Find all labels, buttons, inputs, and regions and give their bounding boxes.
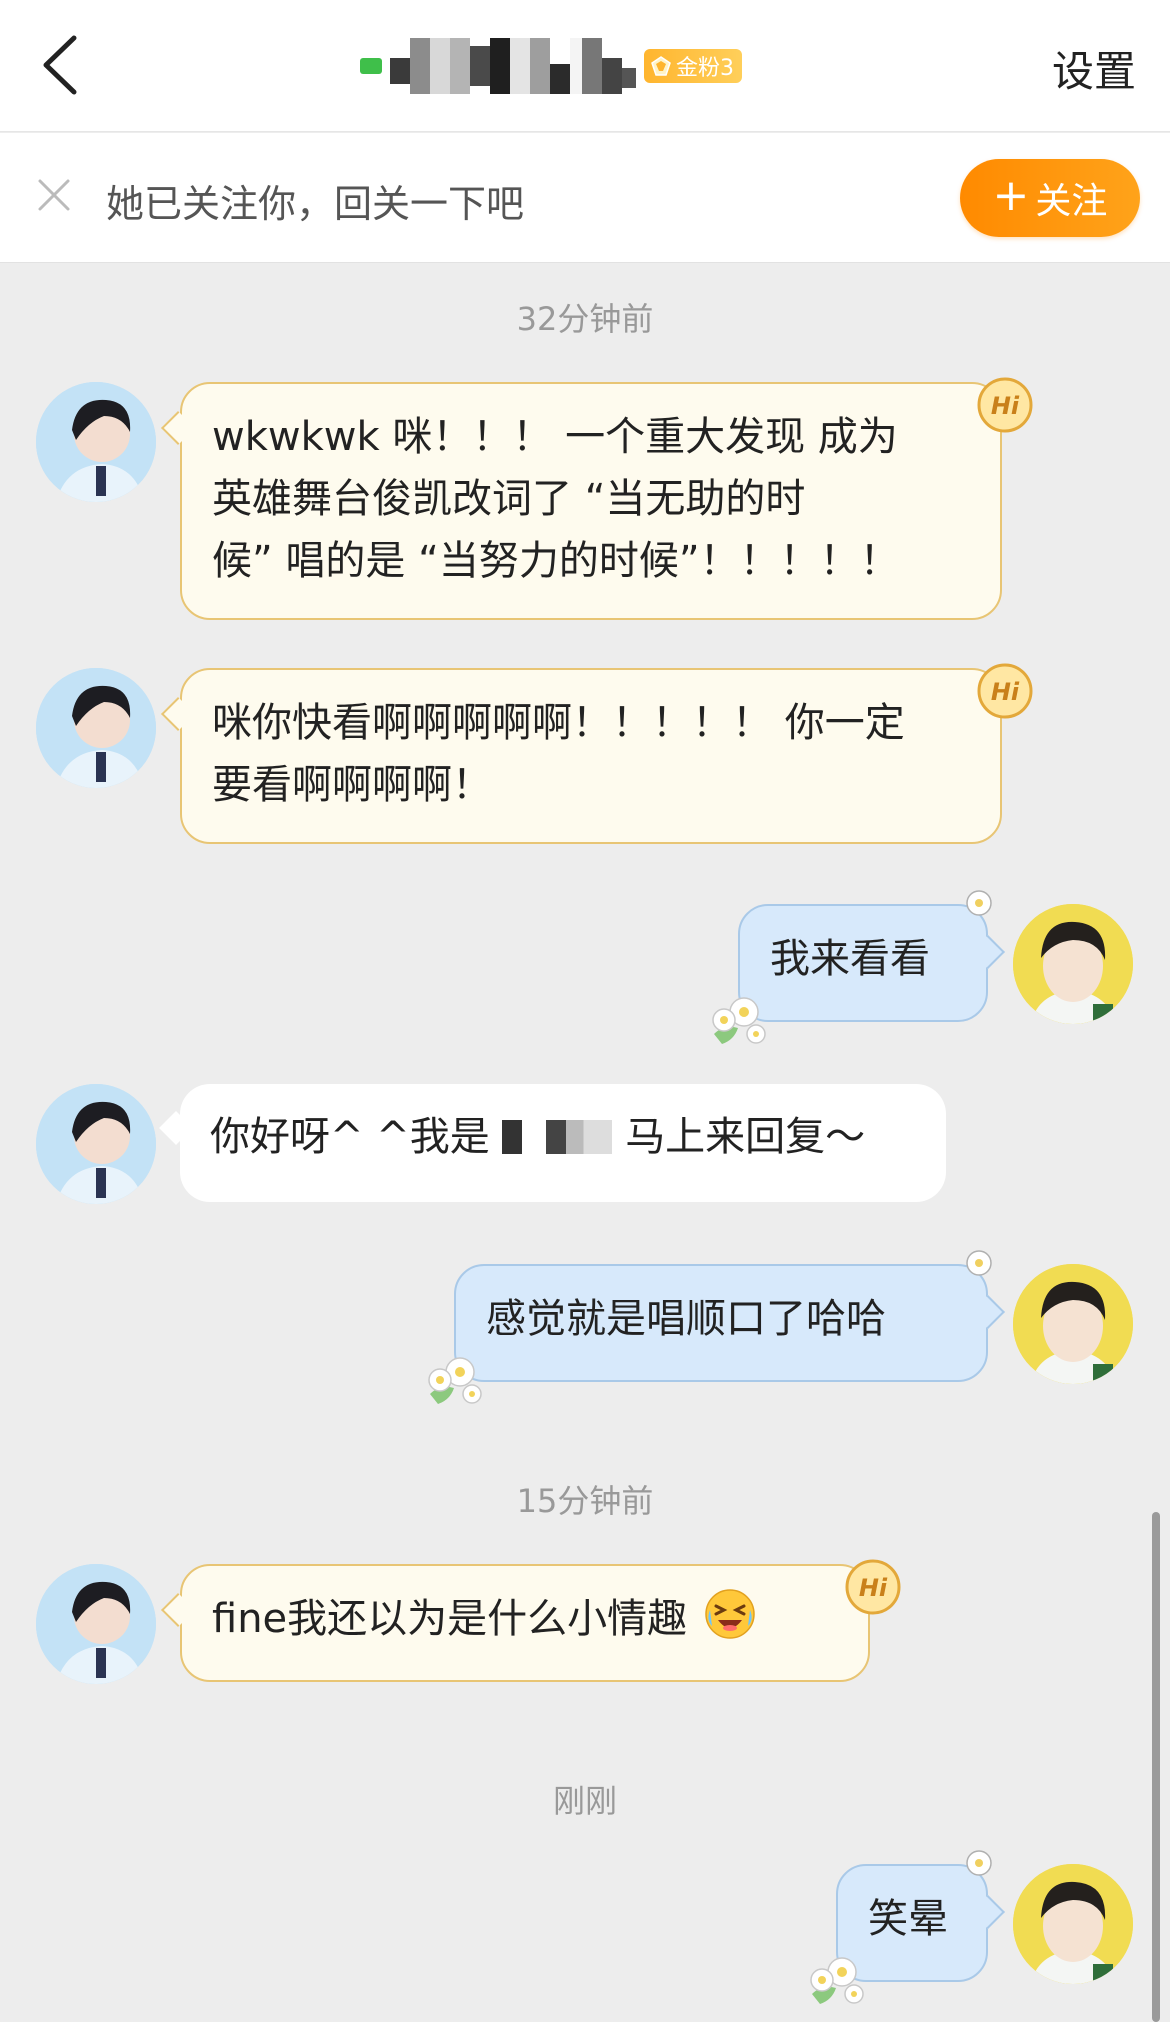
nav-header: 金粉3 设置 [0,0,1170,132]
flower-icon [966,890,992,916]
message-line: wkwkwk 咪！！！ 一个重大发现 成为 [212,414,898,460]
conversation-title: 金粉3 [360,34,820,98]
plus-icon: + [992,170,1030,221]
online-status-icon [360,58,382,74]
user-avatar-icon [1013,1264,1133,1384]
user-avatar-icon [1013,1864,1133,1984]
laughing-crying-emoji-icon [705,1589,755,1639]
flower-decoration-icon [428,1357,482,1404]
fan-level-badge: 金粉3 [644,49,742,83]
follow-back-message: 她已关注你，回关一下吧 [106,182,525,226]
follow-button[interactable]: + 关注 [960,159,1140,237]
chat-screen: 金粉3 设置 她已关注你，回关一下吧 + 关注 32分钟前 wkwkwk 咪！！… [0,0,1170,2022]
message-text: fine我还以为是什么小情趣 [212,1596,688,1642]
gem-icon [651,56,671,76]
auto-reply-bubble[interactable]: 你好呀^ ^我是 马上来回复～ [159,1084,946,1202]
user-avatar-icon [1013,904,1133,1024]
username-redacted [390,38,636,94]
back-button[interactable] [30,30,90,100]
flower-icon [966,1250,992,1276]
message-text: 马上来回复～ [625,1114,866,1160]
user-avatar-icon [36,1564,156,1684]
flower-icon [966,1850,992,1876]
flower-decoration-icon [712,997,766,1044]
user-avatar-icon [36,382,156,502]
message-line: 英雄舞台俊凯改词了 “当无助的时 [212,476,806,522]
avatar[interactable] [36,1564,156,1684]
message-bubble[interactable]: 感觉就是唱顺口了哈哈 [428,1250,1005,1404]
my-avatar[interactable] [1013,1264,1133,1384]
close-icon[interactable] [34,175,74,215]
svg-text:Hi: Hi [859,1574,888,1602]
hi-sticker-icon: Hi [845,1559,901,1615]
hi-sticker-icon: Hi [977,663,1033,719]
settings-button[interactable]: 设置 [1052,38,1136,98]
timestamp: 32分钟前 [516,300,654,338]
message-text: 感觉就是唱顺口了哈哈 [486,1296,886,1342]
avatar[interactable] [36,382,156,502]
user-avatar-icon [36,668,156,788]
message-bubble[interactable]: 我来看看 [712,890,1005,1044]
my-avatar[interactable] [1013,1864,1133,1984]
message-bubble[interactable]: fine我还以为是什么小情趣 Hi [161,1559,901,1682]
my-avatar[interactable] [1013,904,1133,1024]
message-line: 咪你快看啊啊啊啊啊！！！！！ 你一定 [212,700,905,746]
chevron-left-icon [43,35,77,95]
follow-back-bar: 她已关注你，回关一下吧 + 关注 [0,133,1170,263]
timestamp: 15分钟前 [516,1482,654,1520]
timestamp: 刚刚 [552,1782,617,1820]
message-bubble[interactable]: 咪你快看啊啊啊啊啊！！！！！ 你一定 要看啊啊啊啊！ Hi [161,663,1033,844]
message-line: 候” 唱的是 “当努力的时候”！！！！！ [212,538,900,584]
avatar[interactable] [36,1084,156,1204]
avatar[interactable] [36,668,156,788]
message-bubble[interactable]: wkwkwk 咪！！！ 一个重大发现 成为 英雄舞台俊凯改词了 “当无助的时 候… [161,377,1033,620]
badge-label: 金粉3 [676,56,734,81]
flower-decoration-icon [810,1957,864,2004]
svg-text:Hi: Hi [991,392,1020,420]
svg-text:Hi: Hi [991,678,1020,706]
message-text: 笑晕 [868,1896,948,1942]
message-bubble[interactable]: 笑晕 [810,1850,1005,2004]
redacted-name [502,1120,613,1154]
scrollbar[interactable] [1152,1512,1160,2022]
follow-button-label: 关注 [1035,181,1108,222]
hi-sticker-icon: Hi [977,377,1033,433]
user-avatar-icon [36,1084,156,1204]
message-text: 我来看看 [770,936,930,982]
message-line: 要看啊啊啊啊！ [212,762,492,808]
message-text: 你好呀^ ^我是 [210,1114,490,1160]
